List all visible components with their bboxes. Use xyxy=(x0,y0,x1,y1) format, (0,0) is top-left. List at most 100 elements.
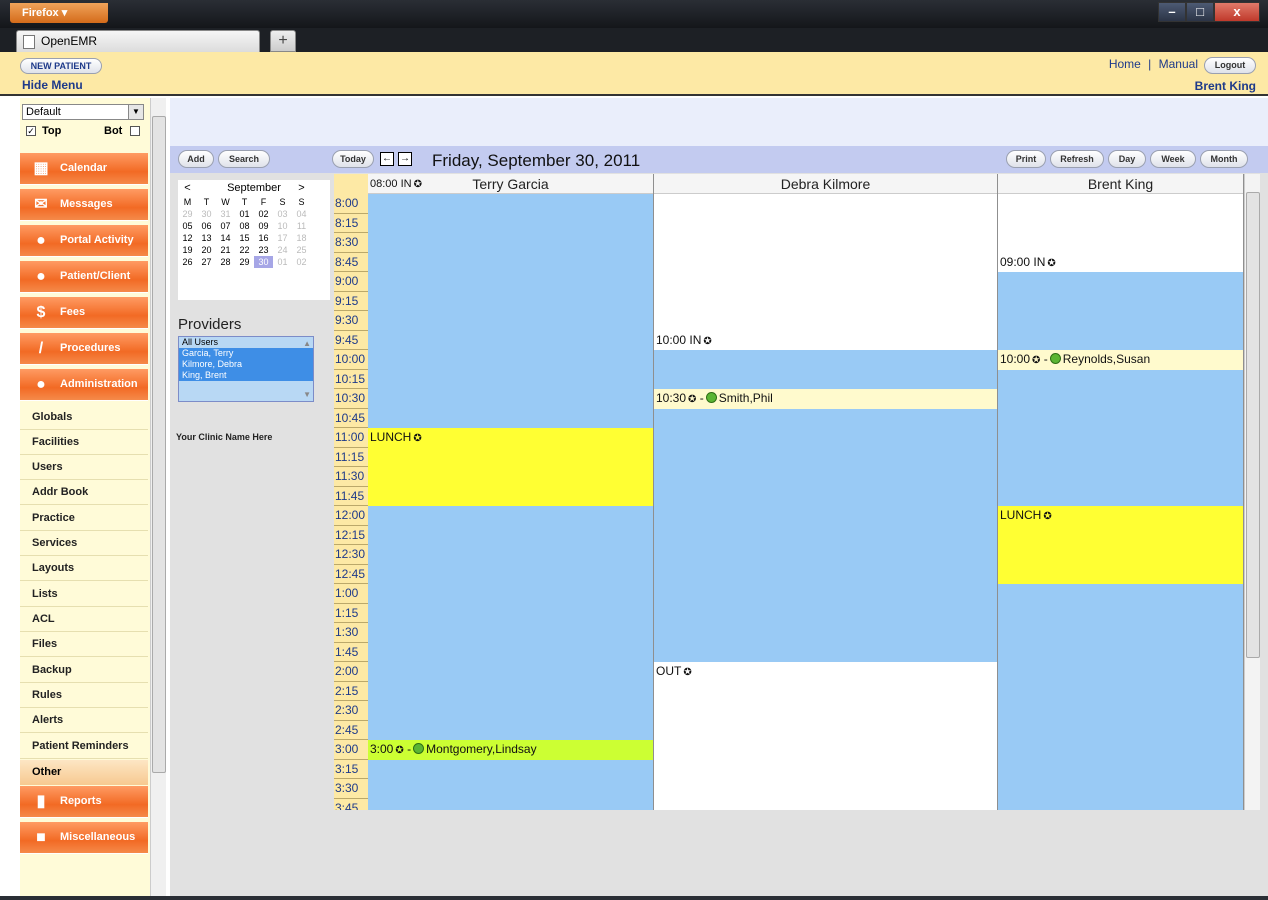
nav-calendar[interactable]: ▦ Calendar xyxy=(20,153,148,185)
admin-item-alerts[interactable]: Alerts xyxy=(20,708,148,733)
providers-list[interactable]: All Users Garcia, Terry Kilmore, Debra K… xyxy=(178,336,314,402)
provider-in-marker[interactable]: 10:00 IN ✪ xyxy=(654,331,997,351)
time-slot-label[interactable]: 12:15 xyxy=(334,526,368,545)
time-slot-label[interactable]: 11:15 xyxy=(334,448,368,467)
calendar-day[interactable]: 12 xyxy=(178,232,197,244)
sidebar-scroll-thumb[interactable] xyxy=(152,116,166,773)
nav-fees[interactable]: $ Fees xyxy=(20,297,148,329)
logout-button[interactable]: Logout xyxy=(1204,57,1256,74)
nav-messages[interactable]: ✉ Messages xyxy=(20,189,148,221)
nav-portal-activity[interactable]: ● Portal Activity xyxy=(20,225,148,257)
calendar-day[interactable]: 29 xyxy=(235,256,254,268)
time-slot-label[interactable]: 10:45 xyxy=(334,409,368,428)
calendar-day[interactable]: 02 xyxy=(292,256,311,268)
calendar-day[interactable]: 16 xyxy=(254,232,273,244)
sidebar-scrollbar[interactable] xyxy=(150,98,166,896)
provider-column[interactable]: Brent King 09:00 IN ✪ 10:00 ✪ - Reynolds,Susa… xyxy=(998,174,1244,810)
admin-item-backup[interactable]: Backup xyxy=(20,658,148,683)
time-slot-label[interactable]: 10:15 xyxy=(334,370,368,389)
next-day-arrow-icon[interactable]: → xyxy=(398,152,412,166)
calendar-day[interactable]: 20 xyxy=(197,244,216,256)
time-slot-label[interactable]: 3:30 xyxy=(334,779,368,799)
calendar-day[interactable]: 01 xyxy=(235,208,254,220)
calendar-day[interactable]: 09 xyxy=(254,220,273,232)
calendar-day[interactable]: 30 xyxy=(197,208,216,220)
previous-day-arrow-icon[interactable]: ← xyxy=(380,152,394,166)
firefox-menu-button[interactable]: Firefox ▾ xyxy=(10,3,108,23)
time-slot-label[interactable]: 3:45 xyxy=(334,799,368,811)
time-slot-label[interactable]: 3:15 xyxy=(334,760,368,779)
time-slot-label[interactable]: 8:00 xyxy=(334,194,368,214)
calendar-day[interactable]: 11 xyxy=(292,220,311,232)
time-slot-label[interactable]: 8:15 xyxy=(334,214,368,233)
lunch-block[interactable]: LUNCH ✪ xyxy=(998,506,1243,584)
calendar-day[interactable]: 28 xyxy=(216,256,235,268)
provider-in-marker[interactable]: 09:00 IN ✪ xyxy=(998,253,1243,273)
provider-option[interactable]: King, Brent xyxy=(179,370,313,381)
time-slot-label[interactable]: 9:30 xyxy=(334,311,368,331)
calendar-day[interactable]: 03 xyxy=(273,208,292,220)
calendar-day[interactable]: 31 xyxy=(216,208,235,220)
time-slot-label[interactable]: 9:45 xyxy=(334,331,368,350)
appointment-event[interactable]: 3:00 ✪ - Montgomery,Lindsay xyxy=(368,740,653,760)
time-slot-label[interactable]: 9:00 xyxy=(334,272,368,292)
provider-column[interactable]: Debra Kilmore 10:00 IN ✪ OUT ✪ 10:30 ✪ - Smith,… xyxy=(654,174,998,810)
admin-item-users[interactable]: Users xyxy=(20,455,148,480)
top-checkbox[interactable]: ✓ xyxy=(26,126,36,136)
nav-miscellaneous[interactable]: ■ Miscellaneous xyxy=(20,822,148,854)
appointment-event[interactable]: 10:00 ✪ - Reynolds,Susan xyxy=(998,350,1243,370)
patient-name-link[interactable]: Smith,Phil xyxy=(719,391,773,405)
time-slot-label[interactable]: 3:00 xyxy=(334,740,368,760)
print-button[interactable]: Print xyxy=(1006,150,1046,168)
frame-layout-select[interactable]: Default ▼ xyxy=(22,104,144,120)
calendar-day[interactable]: 02 xyxy=(254,208,273,220)
provider-out-marker[interactable]: OUT ✪ xyxy=(654,662,997,682)
time-slot-label[interactable]: 10:00 xyxy=(334,350,368,370)
calendar-day[interactable]: 04 xyxy=(292,208,311,220)
schedule-scrollbar[interactable] xyxy=(1244,174,1260,810)
mini-calendar-next[interactable]: > xyxy=(292,180,311,196)
admin-item-lists[interactable]: Lists xyxy=(20,582,148,607)
nav-patient-client[interactable]: ● Patient/Client xyxy=(20,261,148,293)
time-slot-label[interactable]: 12:45 xyxy=(334,565,368,584)
schedule-scroll-thumb[interactable] xyxy=(1246,192,1260,658)
new-tab-button[interactable]: + xyxy=(270,30,296,52)
close-button[interactable]: x xyxy=(1214,2,1260,22)
time-slot-label[interactable]: 2:15 xyxy=(334,682,368,701)
time-slot-label[interactable]: 12:00 xyxy=(334,506,368,526)
calendar-day[interactable]: 06 xyxy=(197,220,216,232)
calendar-day[interactable]: 19 xyxy=(178,244,197,256)
time-slot-label[interactable]: 9:15 xyxy=(334,292,368,311)
calendar-day-selected[interactable]: 30 xyxy=(254,256,273,268)
calendar-day[interactable]: 21 xyxy=(216,244,235,256)
admin-item-practice[interactable]: Practice xyxy=(20,506,148,531)
nav-administration[interactable]: ● Administration xyxy=(20,369,148,401)
today-button[interactable]: Today xyxy=(332,150,374,168)
time-slot-label[interactable]: 11:30 xyxy=(334,467,368,487)
provider-in-marker[interactable]: 08:00 IN ✪ xyxy=(368,174,422,195)
provider-option[interactable]: Kilmore, Debra xyxy=(179,359,313,370)
hide-menu-link[interactable]: Hide Menu xyxy=(22,78,83,92)
search-button[interactable]: Search xyxy=(218,150,270,168)
bot-checkbox[interactable] xyxy=(130,126,140,136)
week-view-button[interactable]: Week xyxy=(1150,150,1196,168)
admin-item-files[interactable]: Files xyxy=(20,632,148,657)
calendar-day[interactable]: 22 xyxy=(235,244,254,256)
time-slot-label[interactable]: 8:30 xyxy=(334,233,368,253)
time-slot-label[interactable]: 11:00 xyxy=(334,428,368,448)
admin-item-acl[interactable]: ACL xyxy=(20,607,148,632)
calendar-day[interactable]: 25 xyxy=(292,244,311,256)
time-slot-label[interactable]: 10:30 xyxy=(334,389,368,409)
patient-name-link[interactable]: Reynolds,Susan xyxy=(1063,352,1150,366)
calendar-day[interactable]: 05 xyxy=(178,220,197,232)
appointment-event[interactable]: 10:30 ✪ - Smith,Phil xyxy=(654,389,997,409)
manual-link[interactable]: Manual xyxy=(1159,57,1198,71)
time-slot-label[interactable]: 11:45 xyxy=(334,487,368,506)
time-slot-label[interactable]: 1:15 xyxy=(334,604,368,623)
provider-option[interactable]: Garcia, Terry xyxy=(179,348,313,359)
calendar-day[interactable]: 23 xyxy=(254,244,273,256)
time-slot-label[interactable]: 2:00 xyxy=(334,662,368,682)
calendar-day[interactable]: 01 xyxy=(273,256,292,268)
mini-calendar-prev[interactable]: < xyxy=(178,180,197,196)
calendar-day[interactable]: 10 xyxy=(273,220,292,232)
